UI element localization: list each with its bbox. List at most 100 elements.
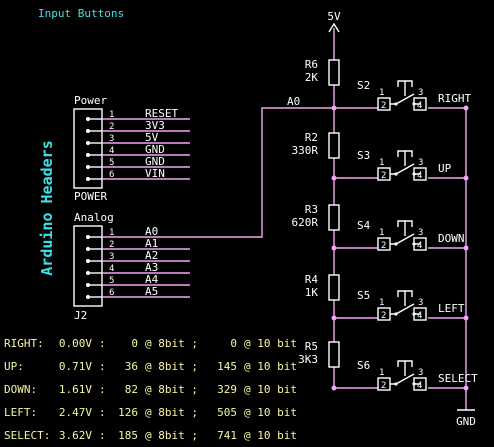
switch-pin-number: 1 [379, 88, 384, 98]
switch-s4: 2 4 1 3 S4 DOWN [331, 219, 469, 251]
supply-label: 5V [327, 10, 341, 23]
resistor-r2 [328, 132, 340, 159]
reading-row: SELECT: 3.62V:185 @ 8bit ; 741 @ 10 bit [4, 429, 297, 442]
reading-8bit-unit: @ 8bit ; [145, 383, 198, 396]
switch-actuator [397, 360, 413, 376]
switch-ref: S5 [357, 289, 370, 302]
analog-pin-number: 4 [109, 264, 114, 274]
diagram-title: Input Buttons [38, 7, 124, 20]
reading-8bit-unit: @ 8bit ; [145, 429, 198, 442]
analog-pin-dot [86, 247, 90, 251]
analog-pin-number: 2 [109, 240, 114, 250]
resistor-value: 330R [292, 144, 319, 157]
switch-pivot [394, 172, 398, 176]
switch-pivot [412, 382, 416, 386]
resistor-ref: R2 [305, 131, 318, 144]
reading-8bit: 126 [118, 406, 138, 419]
power-header-ref: POWER [74, 190, 107, 203]
analog-pin-dot [86, 295, 90, 299]
reading-name: DOWN: [4, 383, 37, 396]
reading-row: RIGHT: 0.00V: 0 @ 8bit ; 0 @ 10 bit [4, 337, 297, 350]
switch-pivot [394, 382, 398, 386]
reading-volts: 0.00V [59, 337, 92, 350]
switch-pivot [412, 312, 416, 316]
junction-dot [463, 315, 469, 321]
switch-pin-number: 1 [379, 158, 384, 168]
power-pin-number: 6 [109, 170, 114, 180]
resistor-value: 1K [305, 286, 319, 299]
reading-10bit-unit: @ 10 bit [244, 429, 297, 442]
switch-pin-number: 2 [381, 171, 386, 181]
junction-dot [463, 245, 469, 251]
reading-row: LEFT: 2.47V:126 @ 8bit ; 505 @ 10 bit [4, 406, 297, 419]
reading-8bit: 0 [131, 337, 138, 350]
switch-pivot [412, 172, 416, 176]
junction-dot [463, 105, 469, 111]
reading-10bit: 145 [217, 360, 237, 373]
power-pin-number: 3 [109, 134, 114, 144]
switch-pin-number: 1 [379, 228, 384, 238]
reading-row: UP: 0.71V: 36 @ 8bit ; 145 @ 10 bit [4, 360, 297, 373]
reading-10bit: 0 [230, 337, 237, 350]
switch-ref: S3 [357, 149, 370, 162]
switch-pin-number: 3 [418, 298, 423, 308]
power-pin-number: 2 [109, 122, 114, 132]
analog-pin-number: 3 [109, 252, 114, 262]
wiring [190, 28, 467, 410]
reading-volts: 3.62V [59, 429, 92, 442]
resistor-ref: R6 [305, 58, 318, 71]
power-pin-dot [86, 117, 90, 121]
analog-pin-dot [86, 271, 90, 275]
power-pin-dot [86, 153, 90, 157]
switch-s3: 2 4 1 3 S3 UP [331, 149, 469, 181]
switch-pin-number: 4 [417, 311, 422, 321]
reading-sep: : [99, 406, 106, 419]
switch-ref: S4 [357, 219, 371, 232]
switch-pin-number: 2 [381, 381, 386, 391]
switch-pin-number: 3 [418, 368, 423, 378]
reading-sep: : [99, 337, 106, 350]
reading-sep: : [99, 383, 106, 396]
analog-pin-number: 5 [109, 276, 114, 286]
reading-name: UP: [4, 360, 24, 373]
reading-8bit-unit: @ 8bit ; [145, 337, 198, 350]
reading-10bit-unit: @ 10 bit [244, 383, 297, 396]
ground-symbol: GND [456, 409, 476, 428]
reading-volts: 2.47V [59, 406, 92, 419]
switch-pin-number: 1 [379, 298, 384, 308]
power-pin-signal: VIN [145, 167, 165, 180]
switch-pivot [412, 242, 416, 246]
resistor-value: 620R [292, 216, 319, 229]
switch-s5: 2 4 1 3 S5 LEFT [331, 289, 469, 321]
reading-10bit: 505 [217, 406, 237, 419]
switch-label: SELECT [438, 372, 478, 385]
switch-pin-number: 4 [417, 171, 422, 181]
switch-pin-number: 3 [418, 158, 423, 168]
switch-pivot [394, 242, 398, 246]
power-pin-dot [86, 129, 90, 133]
switch-actuator [397, 220, 413, 236]
reading-name: SELECT: [4, 429, 50, 442]
analog-header-ref: J2 [74, 309, 87, 322]
reading-name: RIGHT: [4, 337, 44, 350]
reading-10bit-unit: @ 10 bit [244, 360, 297, 373]
switch-label: UP [438, 162, 452, 175]
reading-8bit-unit: @ 8bit ; [145, 360, 198, 373]
reading-row: DOWN: 1.61V: 82 @ 8bit ; 329 @ 10 bit [4, 383, 297, 396]
junction-dot [463, 175, 469, 181]
schematic: 5V GND A0 Input Buttons Arduino Headers … [4, 7, 478, 442]
switch-actuator [397, 80, 413, 96]
resistor-ref: R3 [305, 203, 318, 216]
switch-pin-number: 1 [379, 368, 384, 378]
resistor-value: 3K3 [298, 353, 318, 366]
resistor-r6 [328, 59, 340, 86]
switch-ref: S6 [357, 359, 370, 372]
ground-label: GND [456, 415, 476, 428]
switch-actuator [397, 290, 413, 306]
resistor-value: 2K [305, 71, 319, 84]
power-header-label: Power [74, 94, 107, 107]
reading-volts: 0.71V [59, 360, 92, 373]
reading-name: LEFT: [4, 406, 37, 419]
analog-header: Analog J2 1 A02 A13 A24 A35 A46 A5 [73, 211, 190, 322]
analog-header-label: Analog [74, 211, 114, 224]
